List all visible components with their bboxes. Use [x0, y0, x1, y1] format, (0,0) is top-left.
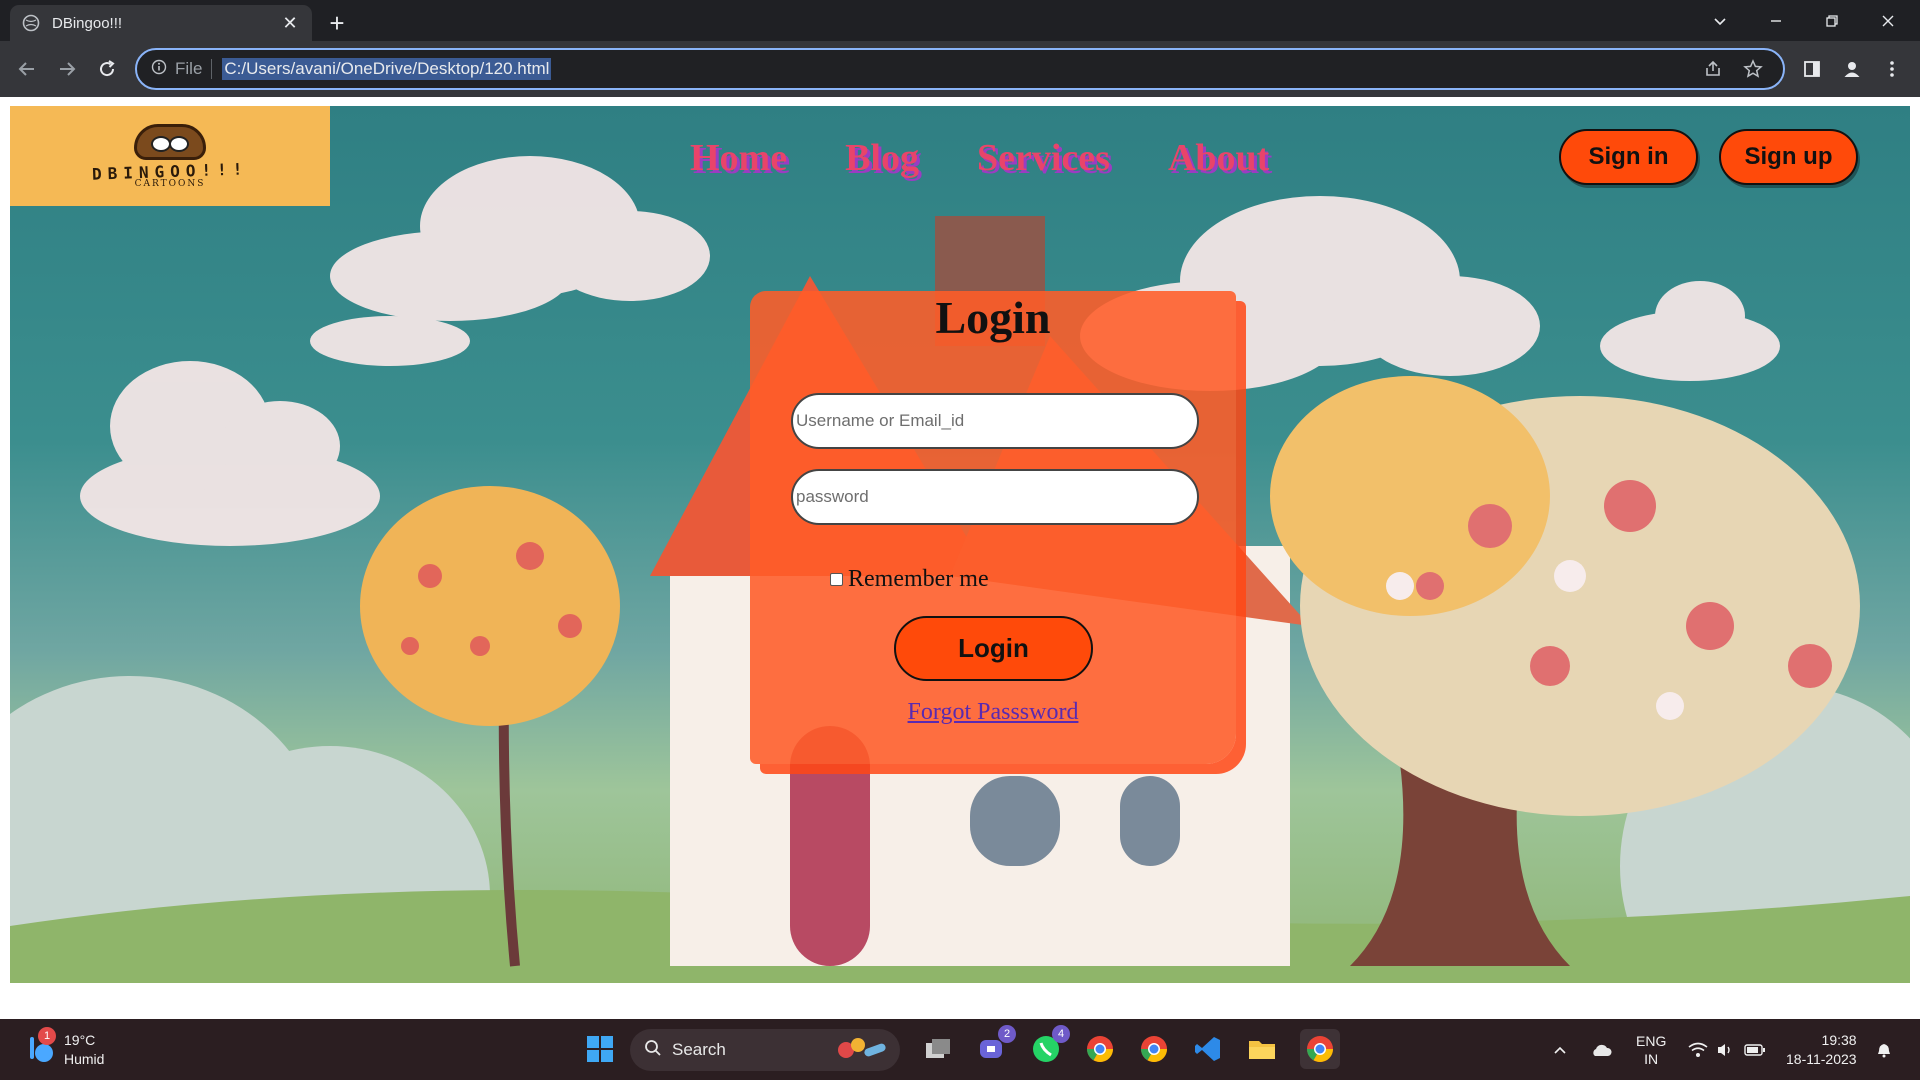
browser-tab[interactable]: DBingoo!!! ✕	[10, 5, 312, 41]
login-title: Login	[935, 292, 1051, 343]
remember-me-row: Remember me	[830, 566, 989, 593]
main-nav: Home Blog Services About	[690, 136, 1327, 180]
sign-up-button[interactable]: Sign up	[1719, 129, 1858, 185]
lang-bottom: IN	[1644, 1050, 1659, 1067]
forward-arrow-icon[interactable]	[49, 51, 85, 87]
browser-toolbar: File C:/Users/avani/OneDrive/Desktop/120…	[0, 41, 1920, 97]
weather-icon[interactable]: 1	[22, 1027, 58, 1067]
url-text[interactable]: C:/Users/avani/OneDrive/Desktop/120.html	[222, 58, 552, 80]
task-view-icon[interactable]	[918, 1029, 958, 1069]
weather-badge: 1	[38, 1027, 56, 1045]
tab-title: DBingoo!!!	[52, 14, 123, 32]
weather-temp: 19°C	[64, 1032, 96, 1048]
page-viewport: DBINGOO!!! CARTOONS Home Blog Services A…	[0, 97, 1920, 1019]
chrome-profile-2-icon[interactable]	[1134, 1029, 1174, 1069]
password-placeholder: password	[796, 487, 869, 506]
nav-home-link[interactable]: Home	[690, 136, 787, 180]
login-card: Login Username or Email_id password Reme…	[750, 291, 1236, 764]
volume-icon[interactable]	[1716, 1019, 1734, 1080]
search-label: Search	[672, 1040, 726, 1059]
logo-text: DBINGOO!!!	[91, 158, 249, 184]
teams-badge: 2	[998, 1025, 1016, 1043]
nav-services-link[interactable]: Services	[977, 136, 1110, 180]
tab-close-icon[interactable]: ✕	[280, 13, 300, 33]
password-input[interactable]: password	[791, 469, 1199, 525]
hero-section: DBINGOO!!! CARTOONS Home Blog Services A…	[10, 106, 1910, 983]
clock[interactable]: 19:38 18-11-2023	[1786, 1019, 1857, 1080]
whatsapp-badge: 4	[1052, 1025, 1070, 1043]
weather-desc: Humid	[64, 1051, 105, 1067]
scheme-label: File	[175, 59, 213, 79]
whatsapp-icon[interactable]: 4	[1026, 1025, 1070, 1069]
search-highlight-icon	[834, 1034, 890, 1067]
taskbar-search-box[interactable]: Search	[630, 1029, 900, 1071]
side-panel-icon[interactable]	[1794, 51, 1830, 87]
forgot-password-link[interactable]: Forgot Passsword	[750, 699, 1236, 726]
logo-mascot-icon	[134, 123, 206, 160]
back-arrow-icon[interactable]	[9, 51, 45, 87]
browser-tab-strip: DBingoo!!! ✕ +	[0, 0, 1920, 41]
teams-chat-icon[interactable]: 2	[972, 1025, 1016, 1069]
tray-overflow-chevron-icon[interactable]	[1552, 1019, 1568, 1080]
profile-icon[interactable]	[1834, 51, 1870, 87]
globe-icon	[22, 14, 40, 32]
more-menu-icon[interactable]	[1874, 51, 1910, 87]
clock-date: 18-11-2023	[1786, 1050, 1857, 1067]
remember-me-checkbox[interactable]	[830, 573, 843, 586]
restore-icon[interactable]	[1804, 0, 1860, 41]
search-icon	[644, 1039, 662, 1062]
lang-top: ENG	[1636, 1032, 1667, 1049]
login-submit-button[interactable]: Login	[894, 616, 1093, 681]
nav-about-link[interactable]: About	[1168, 136, 1269, 180]
address-bar[interactable]: File C:/Users/avani/OneDrive/Desktop/120…	[135, 48, 1785, 90]
username-placeholder: Username or Email_id	[796, 411, 965, 430]
site-info-icon[interactable]	[151, 59, 167, 80]
windows-taskbar: 1 19°C Humid Search 2 4 ENG IN 19:38 18-…	[0, 1019, 1920, 1080]
chrome-active-icon[interactable]	[1300, 1029, 1340, 1069]
notification-bell-icon[interactable]	[1876, 1019, 1892, 1080]
battery-icon[interactable]	[1744, 1019, 1766, 1080]
language-indicator[interactable]: ENG IN	[1636, 1019, 1666, 1080]
site-logo[interactable]: DBINGOO!!! CARTOONS	[10, 106, 330, 206]
windows-start-icon[interactable]	[580, 1029, 620, 1069]
nav-blog-link[interactable]: Blog	[845, 136, 919, 180]
new-tab-icon[interactable]: +	[322, 8, 352, 38]
bookmark-star-icon[interactable]	[1743, 50, 1763, 88]
clock-time: 19:38	[1821, 1031, 1857, 1048]
wifi-icon[interactable]	[1688, 1019, 1708, 1080]
chrome-profile-icon[interactable]	[1080, 1029, 1120, 1069]
share-icon[interactable]	[1703, 50, 1723, 88]
onedrive-cloud-icon[interactable]	[1590, 1019, 1612, 1080]
remember-me-label[interactable]: Remember me	[848, 566, 989, 593]
weather-widget[interactable]: 19°C Humid	[64, 1031, 104, 1069]
close-window-icon[interactable]	[1860, 0, 1916, 41]
tab-search-chevron-icon[interactable]	[1692, 0, 1748, 41]
reload-icon[interactable]	[89, 51, 125, 87]
sign-in-button[interactable]: Sign in	[1559, 129, 1698, 185]
vscode-icon[interactable]	[1188, 1029, 1228, 1069]
minimize-icon[interactable]	[1748, 0, 1804, 41]
username-input[interactable]: Username or Email_id	[791, 393, 1199, 449]
file-explorer-icon[interactable]	[1242, 1029, 1282, 1069]
